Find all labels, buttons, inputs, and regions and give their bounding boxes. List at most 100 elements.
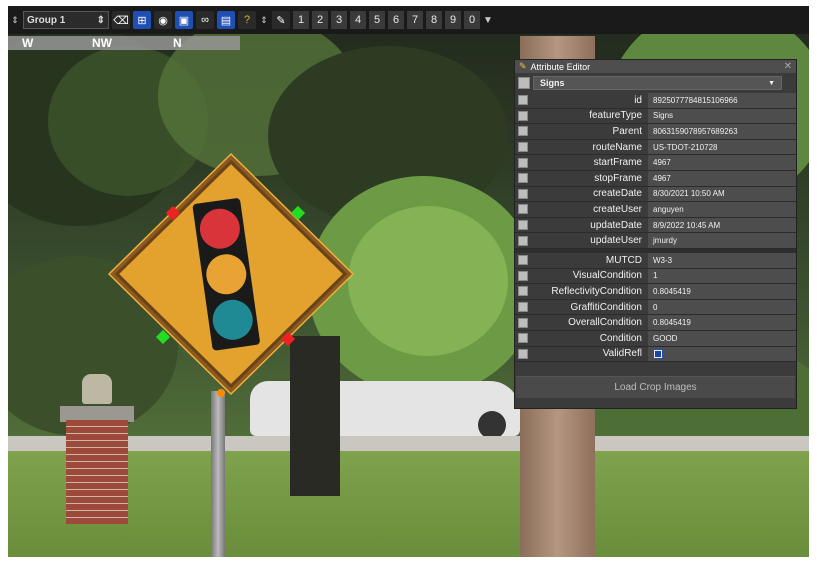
group-select-label: Group 1 xyxy=(27,14,66,26)
layer-checkbox[interactable] xyxy=(518,77,530,89)
attribute-key: routeName xyxy=(592,141,642,153)
attribute-editor-title: Attribute Editor xyxy=(530,61,591,72)
attribute-key: id xyxy=(634,94,642,106)
condition-key: ValidRefl xyxy=(602,348,642,360)
row-checkbox[interactable] xyxy=(518,348,528,359)
save-icon[interactable]: ▤ xyxy=(217,11,235,29)
condition-value[interactable]: 0.8045419 xyxy=(648,315,796,330)
condition-key: GraffitiCondition xyxy=(570,301,642,313)
row-checkbox[interactable] xyxy=(518,173,528,184)
attribute-value[interactable]: jmurdy xyxy=(648,233,796,248)
compass-northwest: NW xyxy=(92,36,112,50)
question-icon[interactable]: ? xyxy=(238,11,256,29)
attribute-row: Parent 8063159078957689263 xyxy=(515,124,796,140)
number-button-1[interactable]: 1 xyxy=(293,11,309,29)
condition-value xyxy=(648,346,796,362)
load-crop-images-button[interactable]: Load Crop Images xyxy=(516,376,795,399)
attribute-row: updateDate 8/9/2022 10:45 AM xyxy=(515,217,796,234)
condition-value[interactable]: 0 xyxy=(648,299,796,315)
row-checkbox[interactable] xyxy=(518,235,528,246)
attribute-key: createDate xyxy=(593,188,642,200)
valid-refl-checkbox[interactable] xyxy=(653,348,663,359)
condition-row: Condition GOOD xyxy=(515,330,796,347)
attribute-row: updateUser jmurdy xyxy=(515,233,796,249)
dropdown-arrow-icon[interactable]: ▼ xyxy=(483,15,493,26)
row-checkbox[interactable] xyxy=(518,286,528,297)
condition-row: GraffitiCondition 0 xyxy=(515,299,796,316)
row-checkbox[interactable] xyxy=(518,333,528,344)
number-button-9[interactable]: 9 xyxy=(445,11,461,29)
group-prev-arrows[interactable]: ⇕ xyxy=(10,15,20,25)
row-checkbox[interactable] xyxy=(518,317,528,328)
number-button-3[interactable]: 3 xyxy=(331,11,347,29)
condition-key: ReflectivityCondition xyxy=(551,285,642,297)
row-checkbox[interactable] xyxy=(518,142,528,153)
condition-row: OverallCondition 0.8045419 xyxy=(515,315,796,331)
updown-icon[interactable]: ⇕ xyxy=(259,15,269,25)
attribute-key: updateUser xyxy=(590,235,642,247)
brick-pillar xyxy=(66,420,128,524)
number-button-4[interactable]: 4 xyxy=(350,11,366,29)
row-checkbox[interactable] xyxy=(518,157,528,168)
updown-icon: ⇕ xyxy=(96,14,105,26)
condition-value[interactable]: 0.8045419 xyxy=(648,284,796,299)
number-button-6[interactable]: 6 xyxy=(388,11,404,29)
row-checkbox[interactable] xyxy=(518,110,528,121)
attribute-row: featureType Signs xyxy=(515,108,796,125)
attribute-value[interactable]: anguyen xyxy=(648,202,796,217)
number-button-7[interactable]: 7 xyxy=(407,11,423,29)
condition-value[interactable]: GOOD xyxy=(648,330,796,346)
binoculars-icon[interactable]: ∞ xyxy=(196,11,214,29)
layer-select[interactable]: Signs ▼ xyxy=(533,76,782,90)
attribute-row: id 8925077784815106966 xyxy=(515,93,796,109)
backspace-icon[interactable]: ⌫ xyxy=(112,11,130,29)
attribute-list: id 8925077784815106966 featureType Signs P… xyxy=(515,93,796,249)
select-icon[interactable]: ⊞ xyxy=(133,11,151,29)
attribute-value[interactable]: 8063159078957689263 xyxy=(648,124,796,139)
layer-row: Signs ▼ xyxy=(515,73,796,93)
attribute-key: stopFrame xyxy=(594,172,642,184)
attribute-editor-titlebar[interactable]: ✎ Attribute Editor ✕ xyxy=(515,60,796,73)
attribute-value[interactable]: Signs xyxy=(648,108,796,124)
attribute-row: routeName US-TDOT-210728 xyxy=(515,139,796,156)
attribute-value[interactable]: 4967 xyxy=(648,170,796,186)
attribute-value[interactable]: 8/9/2022 10:45 AM xyxy=(648,217,796,233)
attribute-value[interactable]: 8925077784815106966 xyxy=(648,93,796,108)
traffic-signal-warning-sign[interactable] xyxy=(106,152,356,399)
number-button-5[interactable]: 5 xyxy=(369,11,385,29)
pen-icon[interactable]: ✎ xyxy=(272,11,290,29)
attribute-value[interactable]: 8/30/2021 10:50 AM xyxy=(648,186,796,202)
row-checkbox[interactable] xyxy=(518,255,528,266)
row-checkbox[interactable] xyxy=(518,220,528,231)
row-checkbox[interactable] xyxy=(518,204,528,215)
checkbox-check-mark xyxy=(655,350,661,357)
condition-row: VisualCondition 1 xyxy=(515,268,796,285)
row-checkbox[interactable] xyxy=(518,302,528,313)
close-icon[interactable]: ✕ xyxy=(784,61,792,72)
foliage xyxy=(348,206,508,356)
row-checkbox[interactable] xyxy=(518,270,528,281)
app: ⇕ Group 1 ⇕ ⌫ ⊞ ◉ ▣ ∞ ▤ ? ⇕ ✎ 1 2 3 4 5 … xyxy=(0,0,817,561)
eye-icon[interactable]: ◉ xyxy=(154,11,172,29)
row-checkbox[interactable] xyxy=(518,126,528,137)
attribute-key: createUser xyxy=(593,203,642,215)
number-button-0[interactable]: 0 xyxy=(464,11,480,29)
condition-key: MUTCD xyxy=(605,254,642,266)
row-checkbox[interactable] xyxy=(518,188,528,199)
row-checkbox[interactable] xyxy=(518,95,528,106)
compass-strip: W NW N xyxy=(8,36,240,50)
chevron-down-icon: ▼ xyxy=(768,79,775,87)
layer-select-value: Signs xyxy=(540,78,565,88)
lock-icon[interactable]: ▣ xyxy=(175,11,193,29)
attribute-editor-panel: ✎ Attribute Editor ✕ Signs ▼ id 892507778… xyxy=(514,59,797,409)
condition-key: OverallCondition xyxy=(568,317,642,329)
condition-row: ValidRefl xyxy=(515,346,796,363)
number-button-2[interactable]: 2 xyxy=(312,11,328,29)
number-button-8[interactable]: 8 xyxy=(426,11,442,29)
attribute-value[interactable]: 4967 xyxy=(648,155,796,170)
attribute-value[interactable]: US-TDOT-210728 xyxy=(648,139,796,155)
condition-value[interactable]: 1 xyxy=(648,268,796,284)
group-select[interactable]: Group 1 ⇕ xyxy=(23,11,109,29)
condition-value[interactable]: W3-3 xyxy=(648,252,796,268)
condition-row: MUTCD W3-3 xyxy=(515,252,796,269)
